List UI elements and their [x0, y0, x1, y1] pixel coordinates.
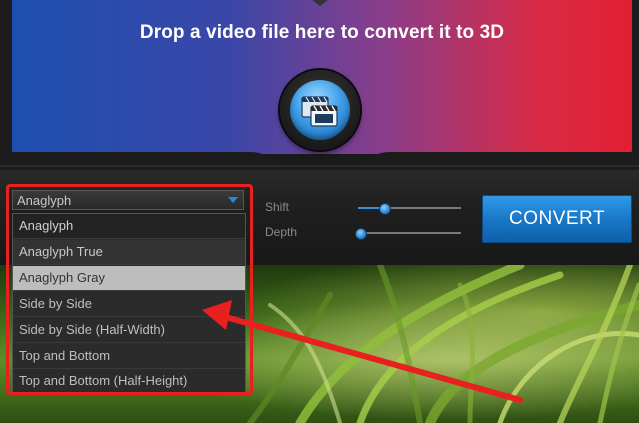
option-anaglyph[interactable]: Anaglyph [13, 214, 245, 239]
option-anaglyph-true[interactable]: Anaglyph True [13, 240, 245, 265]
convert-button[interactable]: CONVERT [482, 195, 632, 243]
drop-instruction: Drop a video file here to convert it to … [139, 22, 505, 43]
option-side-by-side[interactable]: Side by Side [13, 292, 245, 317]
mode-select-value: Anaglyph [17, 193, 72, 208]
option-top-and-bottom[interactable]: Top and Bottom [13, 344, 245, 369]
option-top-and-bottom-half-height[interactable]: Top and Bottom (Half-Height) [13, 369, 245, 394]
open-file-button[interactable] [280, 70, 360, 150]
mode-dropdown-list: Anaglyph Anaglyph True Anaglyph Gray Sid… [12, 213, 246, 393]
chevron-down-icon[interactable] [228, 197, 238, 203]
shift-slider[interactable] [358, 203, 461, 215]
option-anaglyph-gray[interactable]: Anaglyph Gray [13, 266, 245, 291]
depth-slider-thumb[interactable] [355, 228, 367, 240]
shift-slider-thumb[interactable] [379, 203, 391, 215]
depth-slider[interactable] [355, 228, 461, 240]
clapperboard-folder-icon [301, 96, 338, 127]
option-side-by-side-half-width[interactable]: Side by Side (Half-Width) [13, 318, 245, 343]
depth-label: Depth [265, 225, 298, 239]
shift-label: Shift [265, 200, 290, 214]
mode-select[interactable]: Anaglyph [12, 190, 244, 210]
